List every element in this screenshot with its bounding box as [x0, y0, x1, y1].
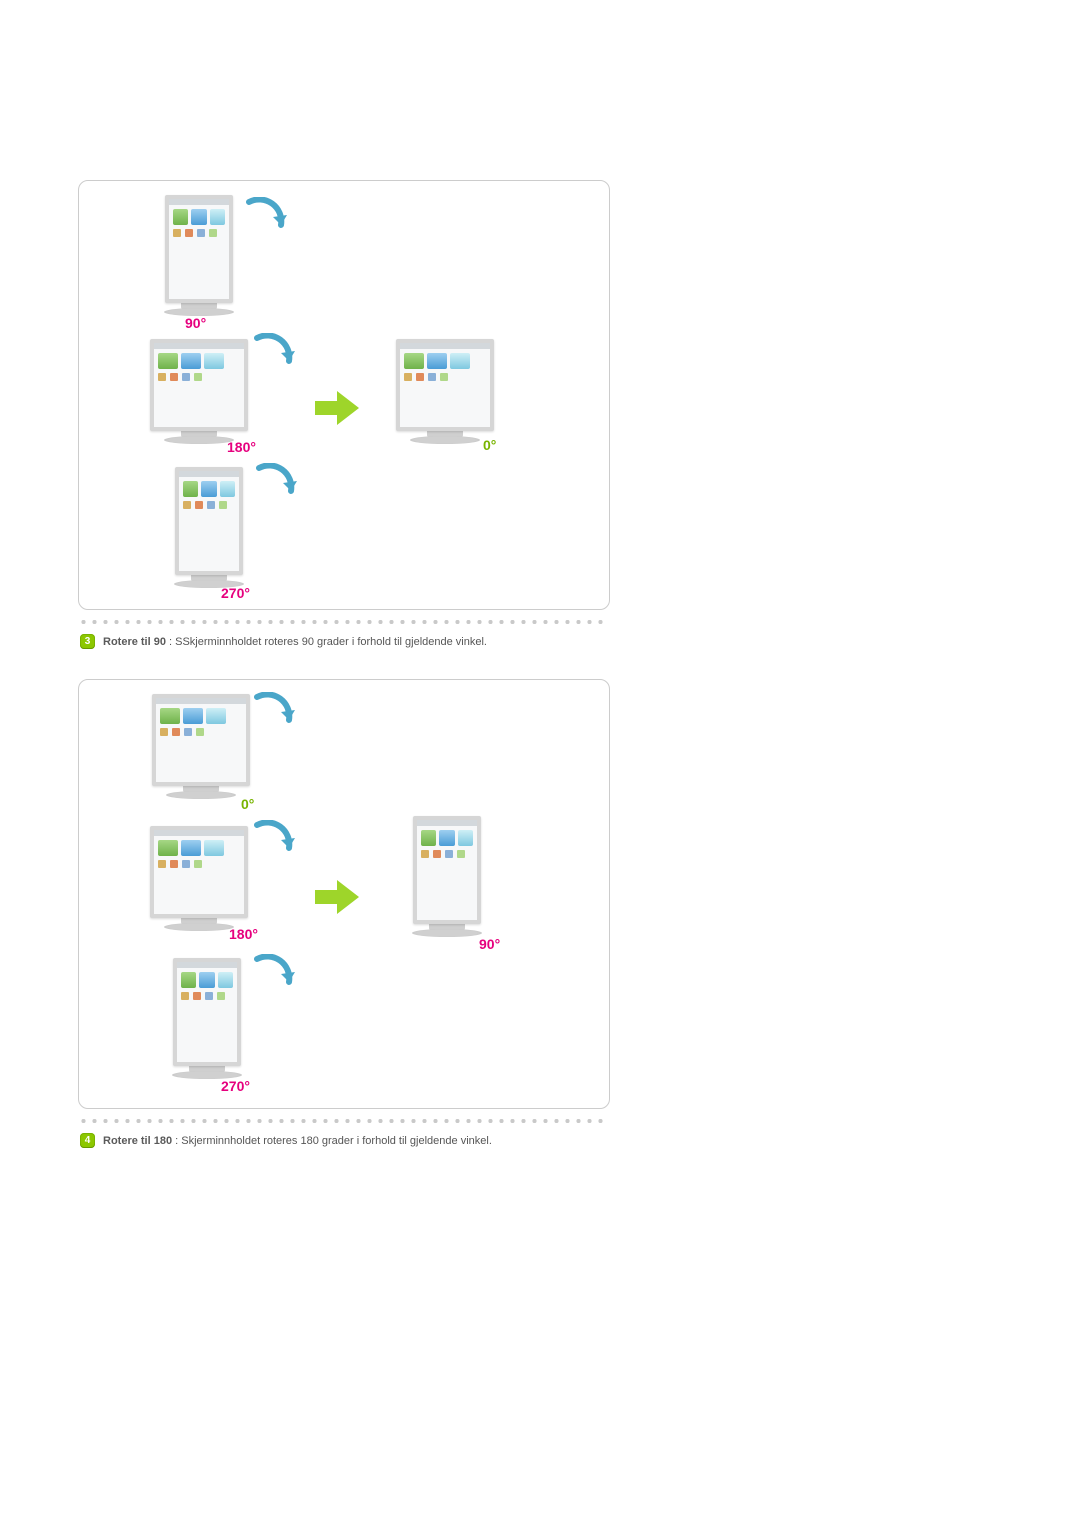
caption-row: 4 Rotere til 180 : Skjerminnholdet roter…: [78, 1133, 1002, 1148]
result-arrow-icon: [315, 391, 359, 425]
rotation-arrow-icon: [247, 820, 297, 870]
rotation-arrow-icon: [239, 197, 289, 247]
caption-title: Rotere til 90: [103, 636, 166, 648]
caption-text: Rotere til 90 : SSkjerminnholdet roteres…: [103, 636, 487, 648]
caption-row: 3 Rotere til 90 : SSkjerminnholdet roter…: [78, 634, 1002, 649]
caption-title: Rotere til 180: [103, 1135, 172, 1147]
result-arrow-icon: [315, 880, 359, 914]
diagram-rotate-90: 90° 180° 270°: [78, 180, 610, 610]
degree-label-result: 90°: [479, 936, 500, 952]
rotation-arrow-icon: [247, 954, 297, 1004]
caption-text: Rotere til 180 : Skjerminnholdet roteres…: [103, 1135, 492, 1147]
monitor-left-top: [159, 195, 239, 325]
monitor-left-bottom: [169, 467, 249, 597]
step-badge-4: 4: [80, 1133, 95, 1148]
degree-label: 270°: [221, 1078, 250, 1094]
caption-desc: : Skjerminnholdet roteres 180 grader i f…: [172, 1135, 492, 1147]
section-rotate-90: 90° 180° 270°: [78, 180, 1002, 649]
rotation-arrow-icon: [247, 692, 297, 742]
monitor-result: [407, 816, 487, 946]
degree-label: 270°: [221, 585, 250, 601]
monitor-left-middle: [149, 826, 249, 941]
degree-label-result: 0°: [483, 437, 496, 453]
divider-dots: [78, 1117, 608, 1125]
divider-dots: [78, 618, 608, 626]
section-rotate-180: 0° 180° 270°: [78, 679, 1002, 1148]
step-badge-3: 3: [80, 634, 95, 649]
rotation-arrow-icon: [249, 463, 299, 513]
caption-desc: : SSkjerminnholdet roteres 90 grader i f…: [166, 636, 487, 648]
degree-label: 90°: [185, 315, 206, 331]
monitor-left-top: [151, 694, 251, 809]
monitor-result: [395, 339, 495, 454]
degree-label: 180°: [229, 926, 258, 942]
degree-label: 180°: [227, 439, 256, 455]
degree-label: 0°: [241, 796, 254, 812]
rotation-arrow-icon: [247, 333, 297, 383]
diagram-rotate-180: 0° 180° 270°: [78, 679, 610, 1109]
page: 90° 180° 270°: [0, 0, 1080, 1278]
monitor-left-bottom: [167, 958, 247, 1088]
monitor-left-middle: [149, 339, 249, 454]
